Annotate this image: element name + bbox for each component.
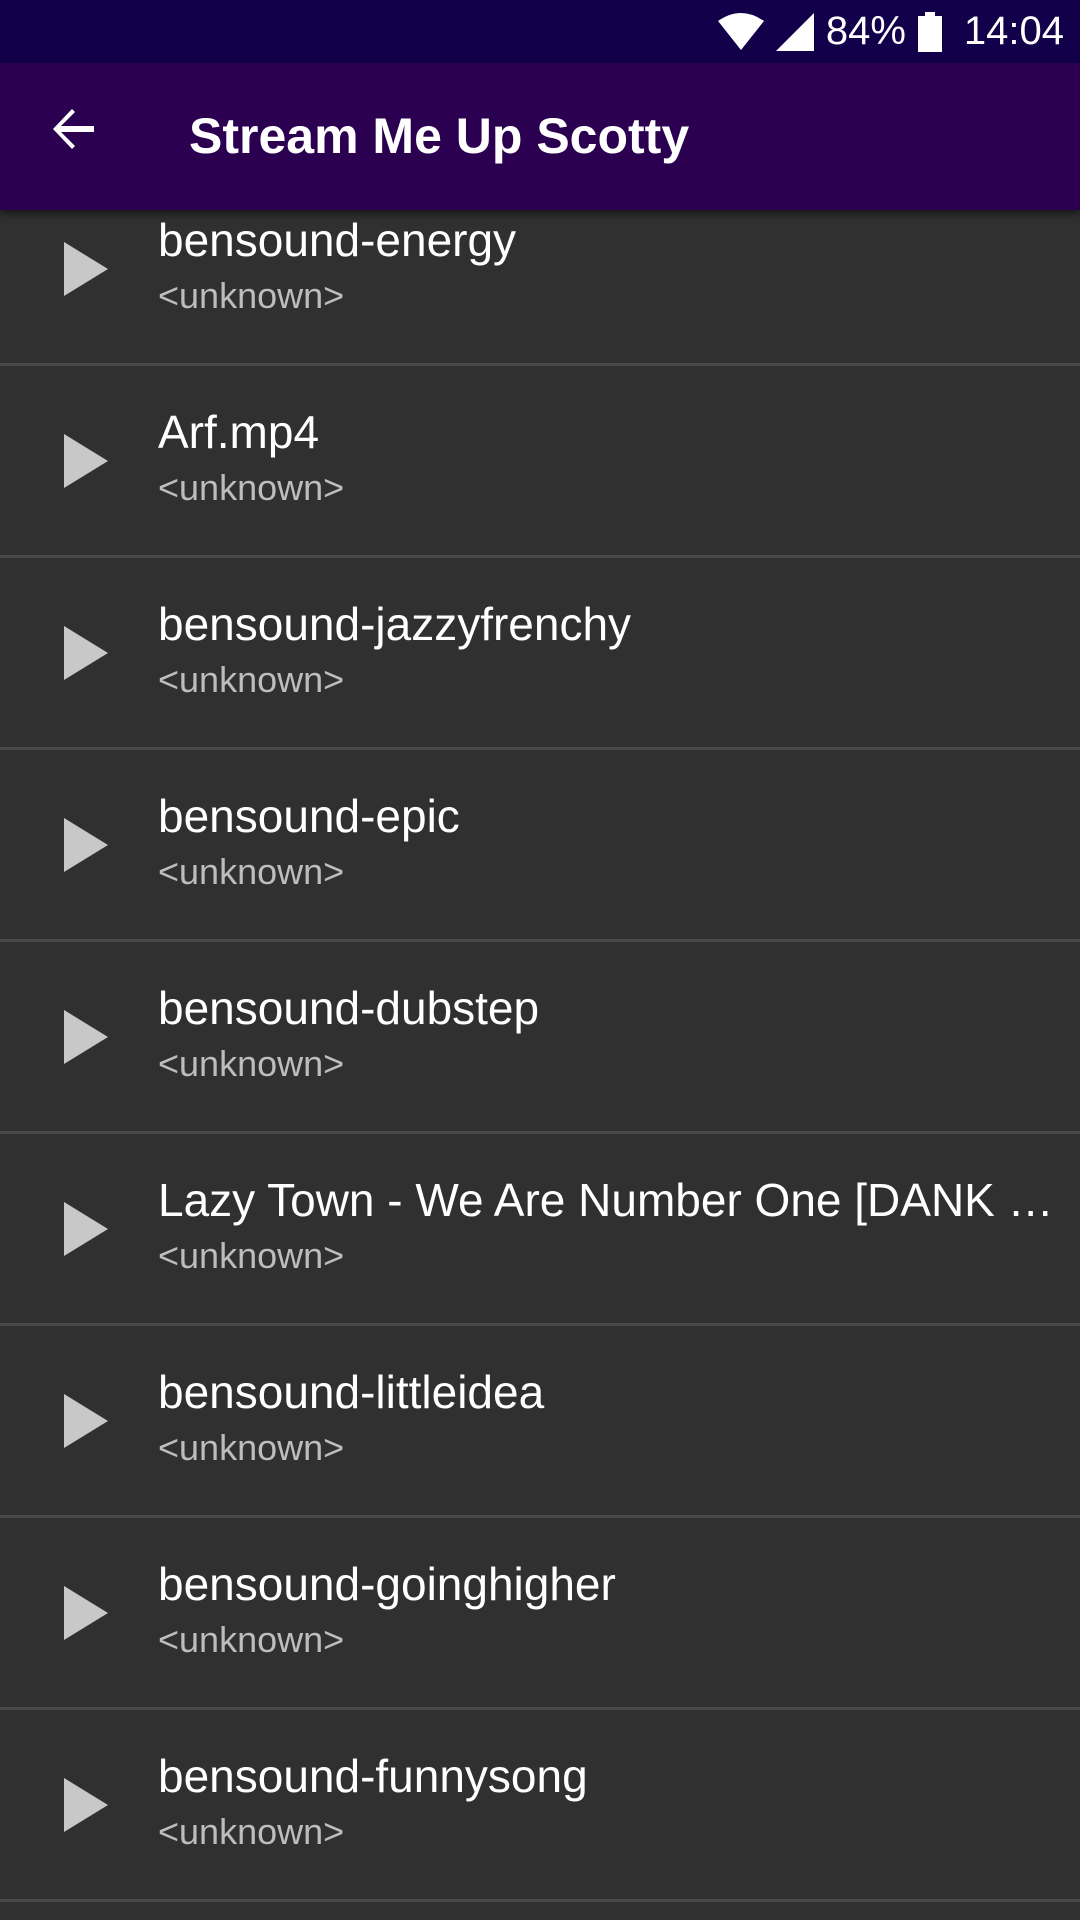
track-list-item[interactable]: Lazy Town - We Are Number One [DANK E… <u… <box>0 1134 1080 1326</box>
track-artist: <unknown> <box>158 1811 345 1852</box>
track-list-item[interactable]: bensound-littleidea <unknown> <box>0 1326 1080 1518</box>
track-artist: <unknown> <box>158 851 345 892</box>
track-list-item[interactable]: bensound-funnysong <unknown> <box>0 1710 1080 1902</box>
play-icon[interactable] <box>62 816 110 874</box>
track-title: bensound-funnysong <box>158 1750 588 1802</box>
track-title: bensound-goinghigher <box>158 1558 616 1610</box>
track-title: bensound-dubstep <box>158 982 540 1034</box>
track-list-inner: bensound-energy <unknown> Arf.mp4 <unknown>… <box>0 210 1080 1902</box>
track-artist: <unknown> <box>158 1043 345 1084</box>
track-artist: <unknown> <box>158 1427 345 1468</box>
wifi-icon <box>717 12 764 51</box>
track-title: Arf.mp4 <box>158 406 320 458</box>
track-artist: <unknown> <box>158 659 345 700</box>
app-bar: Stream Me Up Scotty <box>0 63 1080 210</box>
status-icons: 84% 14:04 <box>717 0 1064 63</box>
status-bar: 84% 14:04 <box>0 0 1080 63</box>
track-title: bensound-epic <box>158 790 460 842</box>
battery-icon <box>917 11 942 52</box>
track-artist: <unknown> <box>158 1235 345 1276</box>
track-artist: <unknown> <box>158 275 345 316</box>
track-title: bensound-littleidea <box>158 1366 545 1418</box>
track-title: Lazy Town - We Are Number One [DANK E… <box>158 1174 1062 1226</box>
play-icon[interactable] <box>62 1584 110 1642</box>
arrow-back-icon <box>50 105 98 158</box>
track-list-item[interactable]: bensound-jazzyfrenchy <unknown> <box>0 558 1080 750</box>
play-icon[interactable] <box>62 1008 110 1066</box>
track-list[interactable]: bensound-energy <unknown> Arf.mp4 <unknown>… <box>0 210 1080 1920</box>
play-icon[interactable] <box>62 1776 110 1834</box>
page-title: Stream Me Up Scotty <box>189 108 690 164</box>
track-artist: <unknown> <box>158 467 345 508</box>
track-list-item[interactable]: bensound-epic <unknown> <box>0 750 1080 942</box>
track-list-item[interactable]: bensound-energy <unknown> <box>0 210 1080 366</box>
play-icon[interactable] <box>62 432 110 490</box>
track-list-item[interactable]: bensound-goinghigher <unknown> <box>0 1518 1080 1710</box>
cellular-signal-icon <box>775 12 814 51</box>
track-title: bensound-jazzyfrenchy <box>158 598 632 650</box>
play-icon[interactable] <box>62 1200 110 1258</box>
play-icon[interactable] <box>62 240 110 298</box>
battery-percent: 84% <box>825 9 906 53</box>
track-title: bensound-energy <box>158 214 517 266</box>
play-icon[interactable] <box>62 1392 110 1450</box>
back-button[interactable] <box>38 95 110 167</box>
track-artist: <unknown> <box>158 1619 345 1660</box>
track-list-item[interactable]: bensound-dubstep <unknown> <box>0 942 1080 1134</box>
play-icon[interactable] <box>62 624 110 682</box>
clock: 14:04 <box>963 9 1064 53</box>
track-list-item[interactable]: Arf.mp4 <unknown> <box>0 366 1080 558</box>
